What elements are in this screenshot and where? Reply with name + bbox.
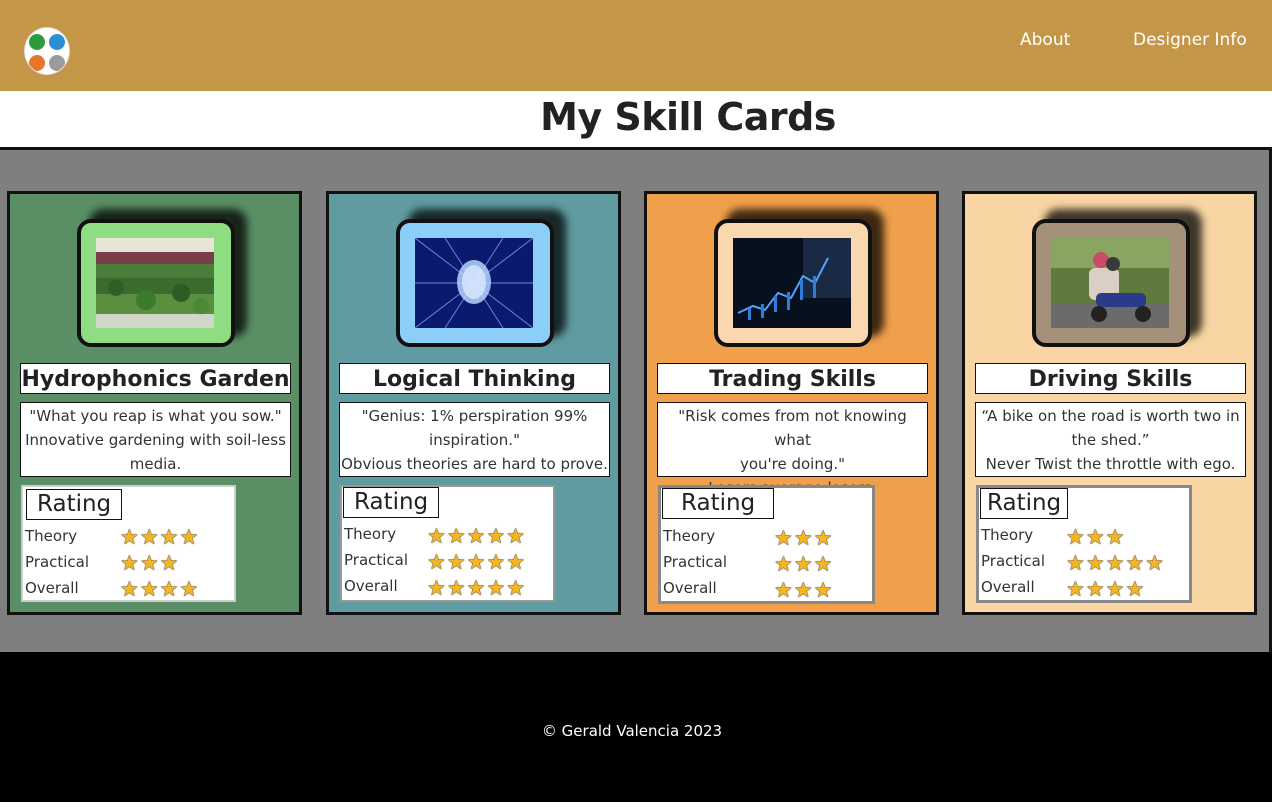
theory-stars: ★★★★ [120, 525, 200, 549]
garden-image [96, 238, 214, 328]
practical-stars: ★★★ [120, 551, 180, 575]
page-title: My Skill Cards [540, 95, 836, 139]
quote-line: you're doing." [739, 455, 846, 473]
nav-link-about[interactable]: About [1020, 30, 1070, 50]
rating-title: Rating [26, 489, 123, 520]
overall-stars: ★★★★ [120, 577, 200, 601]
quote-line: "Genius: 1% perspiration 99% [361, 407, 588, 425]
rating-box: Rating Theory ★★★ Practical ★★★ Overall … [658, 485, 875, 604]
quote-line: Obvious theories are hard to prove. [341, 455, 608, 473]
skill-title: Driving Skills [975, 363, 1246, 394]
skill-title: Trading Skills [657, 363, 928, 394]
rating-box: Rating Theory ★★★★ Practical ★★★ Overall… [21, 485, 236, 602]
skill-quote: "Genius: 1% perspiration 99% inspiration… [339, 402, 610, 477]
quote-line: media. [129, 455, 182, 473]
rating-label-practical: Practical [25, 553, 90, 571]
overall-stars: ★★★★ [1066, 577, 1146, 601]
rating-box: Rating Theory ★★★ Practical ★★★★★ Overal… [976, 485, 1192, 603]
practical-stars: ★★★ [774, 552, 834, 576]
nav-link-designer-info[interactable]: Designer Info [1133, 30, 1247, 50]
rating-label-practical: Practical [663, 553, 728, 571]
skill-card-driving-skills: Driving Skills “A bike on the road is wo… [962, 191, 1257, 615]
card-image-frame [77, 219, 235, 347]
rating-label-theory: Theory [981, 526, 1034, 544]
theory-stars: ★★★ [774, 526, 834, 550]
practical-stars: ★★★★★ [427, 550, 527, 574]
skill-quote: “A bike on the road is worth two in the … [975, 402, 1246, 477]
quote-line: "Risk comes from not knowing what [678, 407, 907, 449]
rating-title: Rating [980, 488, 1069, 519]
rating-title: Rating [343, 487, 440, 518]
title-bar: My Skill Cards [0, 91, 1272, 148]
skill-title: Hydrophonics Garden [20, 363, 291, 394]
logo-icon[interactable] [24, 27, 70, 75]
quote-line: the shed.” [1071, 431, 1150, 449]
quote-line: inspiration." [429, 431, 520, 449]
rating-label-theory: Theory [344, 525, 397, 543]
skill-quote: "Risk comes from not knowing what you're… [657, 402, 928, 497]
skill-card-logical-thinking: Logical Thinking "Genius: 1% perspiratio… [326, 191, 621, 615]
card-image-frame [396, 219, 554, 347]
navbar: About Designer Info [0, 0, 1272, 91]
skill-card-hydrophonics: Hydrophonics Garden "What you reap is wh… [7, 191, 302, 615]
rating-label-theory: Theory [663, 527, 716, 545]
overall-stars: ★★★★★ [427, 576, 527, 600]
skill-title: Logical Thinking [339, 363, 610, 394]
practical-stars: ★★★★★ [1066, 551, 1166, 575]
rating-label-practical: Practical [981, 552, 1046, 570]
card-image-frame [714, 219, 872, 347]
rating-label-overall: Overall [981, 578, 1035, 596]
ai-head-image [415, 238, 533, 328]
footer: © Gerald Valencia 2023 [0, 652, 1272, 802]
footer-copyright: © Gerald Valencia 2023 [541, 722, 723, 740]
motorbike-image [1051, 238, 1169, 328]
overall-stars: ★★★ [774, 578, 834, 602]
rating-label-overall: Overall [344, 577, 398, 595]
rating-label-theory: Theory [25, 527, 78, 545]
rating-label-practical: Practical [344, 551, 409, 569]
theory-stars: ★★★ [1066, 525, 1126, 549]
skill-card-trading-skills: Trading Skills "Risk comes from not know… [644, 191, 939, 615]
quote-line: "What you reap is what you sow." [29, 407, 282, 425]
trading-chart-image [733, 238, 851, 328]
cards-area: Hydrophonics Garden "What you reap is wh… [0, 147, 1272, 652]
rating-box: Rating Theory ★★★★★ Practical ★★★★★ Over… [340, 485, 555, 602]
rating-label-overall: Overall [663, 579, 717, 597]
card-image-frame [1032, 219, 1190, 347]
rating-title: Rating [662, 488, 775, 519]
quote-line: Innovative gardening with soil-less [25, 431, 286, 449]
quote-line: “A bike on the road is worth two in [981, 407, 1240, 425]
skill-quote: "What you reap is what you sow." Innovat… [20, 402, 291, 477]
rating-label-overall: Overall [25, 579, 79, 597]
quote-line: Never Twist the throttle with ego. [985, 455, 1236, 473]
theory-stars: ★★★★★ [427, 524, 527, 548]
